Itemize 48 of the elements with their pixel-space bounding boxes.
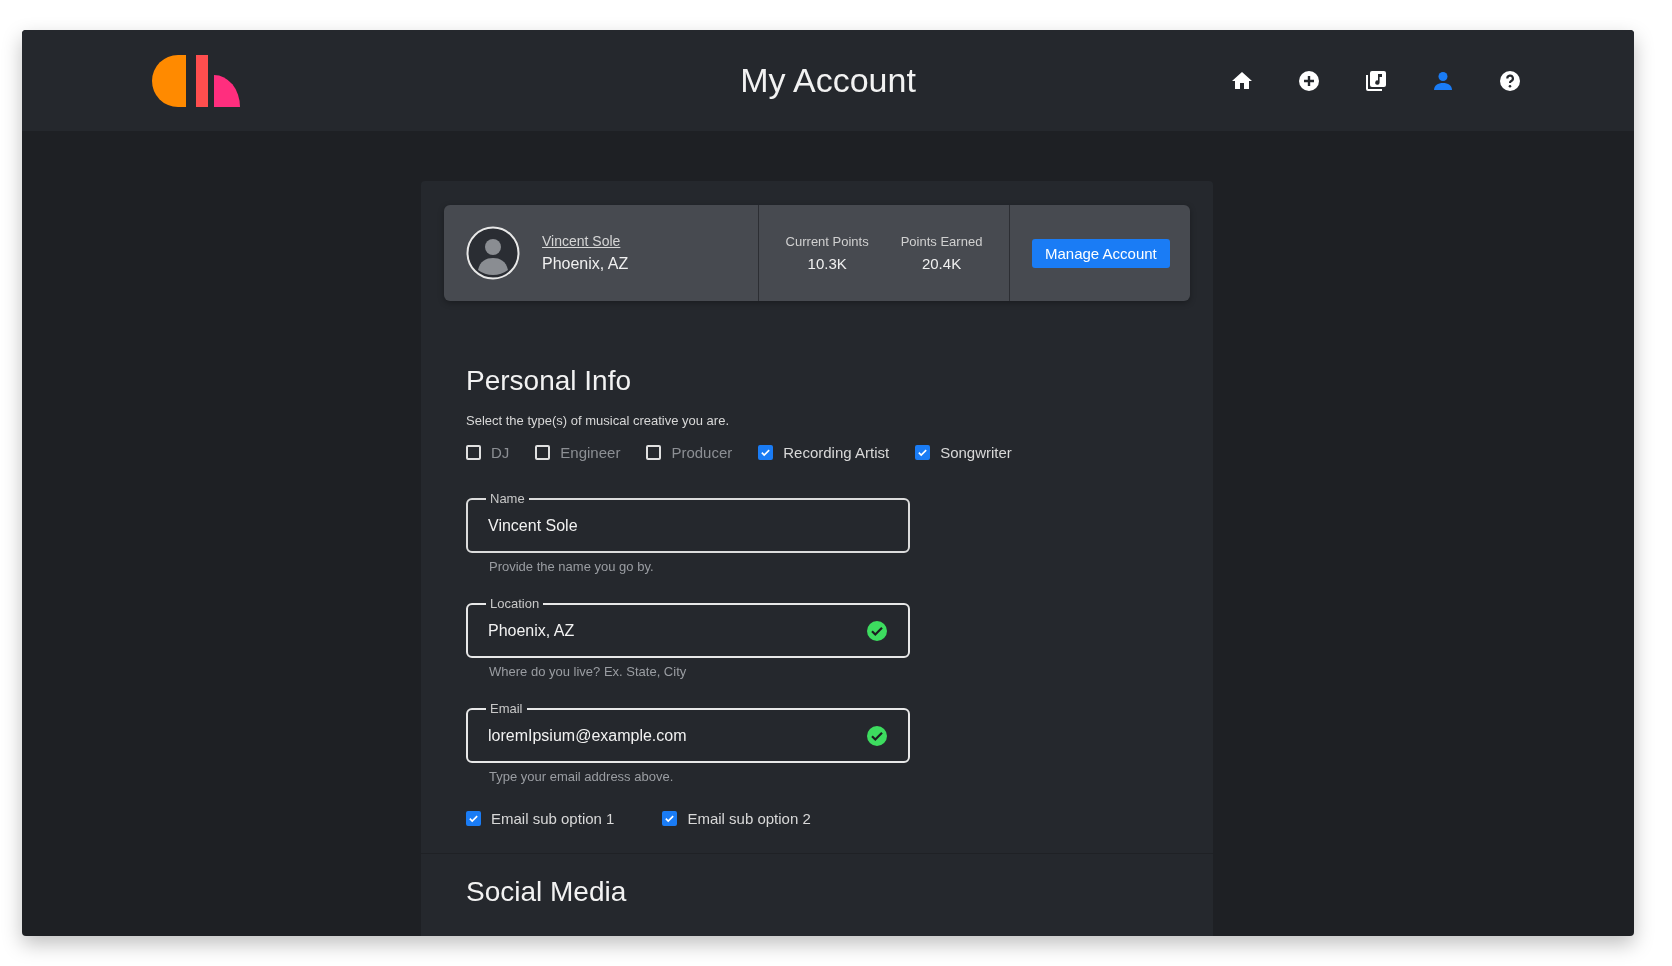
checkbox[interactable] [662,811,678,826]
check-circle-icon [866,724,888,747]
checkbox[interactable] [466,811,481,826]
checkbox[interactable] [915,445,931,460]
helper-text: Where do you live? Ex. State, City [489,664,688,679]
prompt-text: Select the type(s) of musical creative you are. [466,413,730,428]
plus-circle-icon [1297,68,1321,93]
checkbox-option[interactable]: DJ [466,444,510,461]
stat-value: 10.3K [807,255,847,272]
check-circle-icon [866,619,888,642]
checkmark-icon [760,447,772,458]
nav-button[interactable] [1498,68,1522,93]
checkmark-icon [468,813,479,824]
text-input[interactable]: Phoenix, AZ [488,621,858,640]
nav-button[interactable] [1364,68,1388,93]
profile-name-link[interactable]: Vincent Sole [542,233,621,249]
section-heading: Personal Info [466,365,632,397]
nav-button[interactable] [1297,68,1321,93]
text-field[interactable]: Location Phoenix, AZ [466,596,910,658]
checkbox-option[interactable]: Engineer [535,444,621,461]
music-library-icon [1364,68,1388,93]
field-label: Name [489,491,526,506]
checkbox-option[interactable]: Producer [646,444,733,461]
helper-text: Type your email address above. [489,769,675,784]
stat-label: Points Earned [900,234,983,249]
stat-label: Current Points [785,234,869,249]
logo-icon [152,54,240,107]
stat-value: 20.4K [921,255,962,272]
text-field[interactable]: Name Vincent Sole [466,491,910,553]
profile-location: Phoenix, AZ [542,255,629,273]
checkmark-icon [664,813,676,824]
avatar [466,226,520,280]
manage-account-button[interactable]: Manage Account [1032,238,1170,268]
helper-text: Provide the name you go by. [489,559,655,574]
text-input[interactable]: loremIpsium@example.com [488,726,858,745]
help-icon [1498,68,1522,93]
page-title: My Account [740,61,916,100]
field-label: Location [489,596,541,611]
text-field[interactable]: Email loremIpsium@example.com [466,701,910,763]
checkbox-option[interactable]: Songwriter [915,444,1012,461]
checkbox-option[interactable]: Recording Artist [758,444,890,461]
checkbox[interactable] [758,445,774,460]
checkbox-option[interactable]: Email sub option 2 [662,810,811,827]
field-label: Email [489,701,524,716]
section-heading: Social Media [466,876,628,908]
checkbox-option[interactable]: Email sub option 1 [466,810,615,827]
checkmark-icon [917,447,929,458]
text-input[interactable]: Vincent Sole [488,516,888,535]
